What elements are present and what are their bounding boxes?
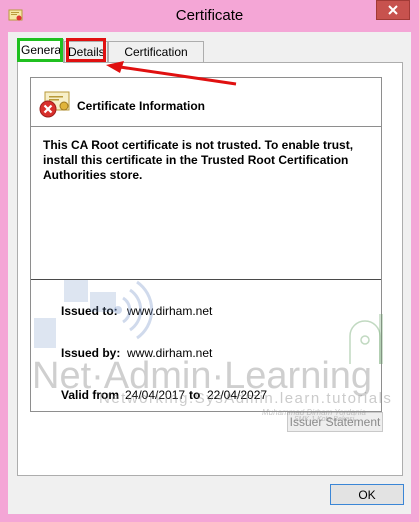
- divider: [31, 126, 381, 127]
- valid-from-label: Valid from: [61, 388, 120, 402]
- issued-to-label: Issued to:: [61, 304, 118, 318]
- issuer-statement-button[interactable]: Issuer Statement: [287, 412, 383, 432]
- dialog-client-area: General Details Certification Path: [8, 32, 411, 514]
- certificate-error-icon: [39, 91, 70, 118]
- close-icon: [388, 5, 398, 15]
- valid-from-value: 24/04/2017: [125, 388, 186, 402]
- close-button[interactable]: [376, 0, 410, 20]
- divider: [31, 279, 381, 280]
- certificate-info-heading: Certificate Information: [77, 99, 206, 113]
- red-arrow-annotation: [106, 61, 237, 86]
- issued-to-value: www.dirham.net: [127, 304, 213, 318]
- title-bar[interactable]: Certificate: [0, 0, 419, 32]
- issued-by-value: www.dirham.net: [127, 346, 213, 360]
- certificate-info-box: Certificate Information This CA Root cer…: [30, 77, 382, 412]
- highlight-box-general: [17, 38, 63, 62]
- ok-button[interactable]: OK: [330, 484, 404, 505]
- certificate-window: Certificate General Details Certificatio…: [0, 0, 419, 522]
- valid-to-label: to: [189, 388, 201, 402]
- valid-to-value: 22/04/2027: [207, 388, 268, 402]
- issued-by-label: Issued by:: [61, 346, 121, 360]
- window-title: Certificate: [175, 7, 244, 24]
- trust-warning-text: This CA Root certificate is not trusted.…: [43, 138, 354, 182]
